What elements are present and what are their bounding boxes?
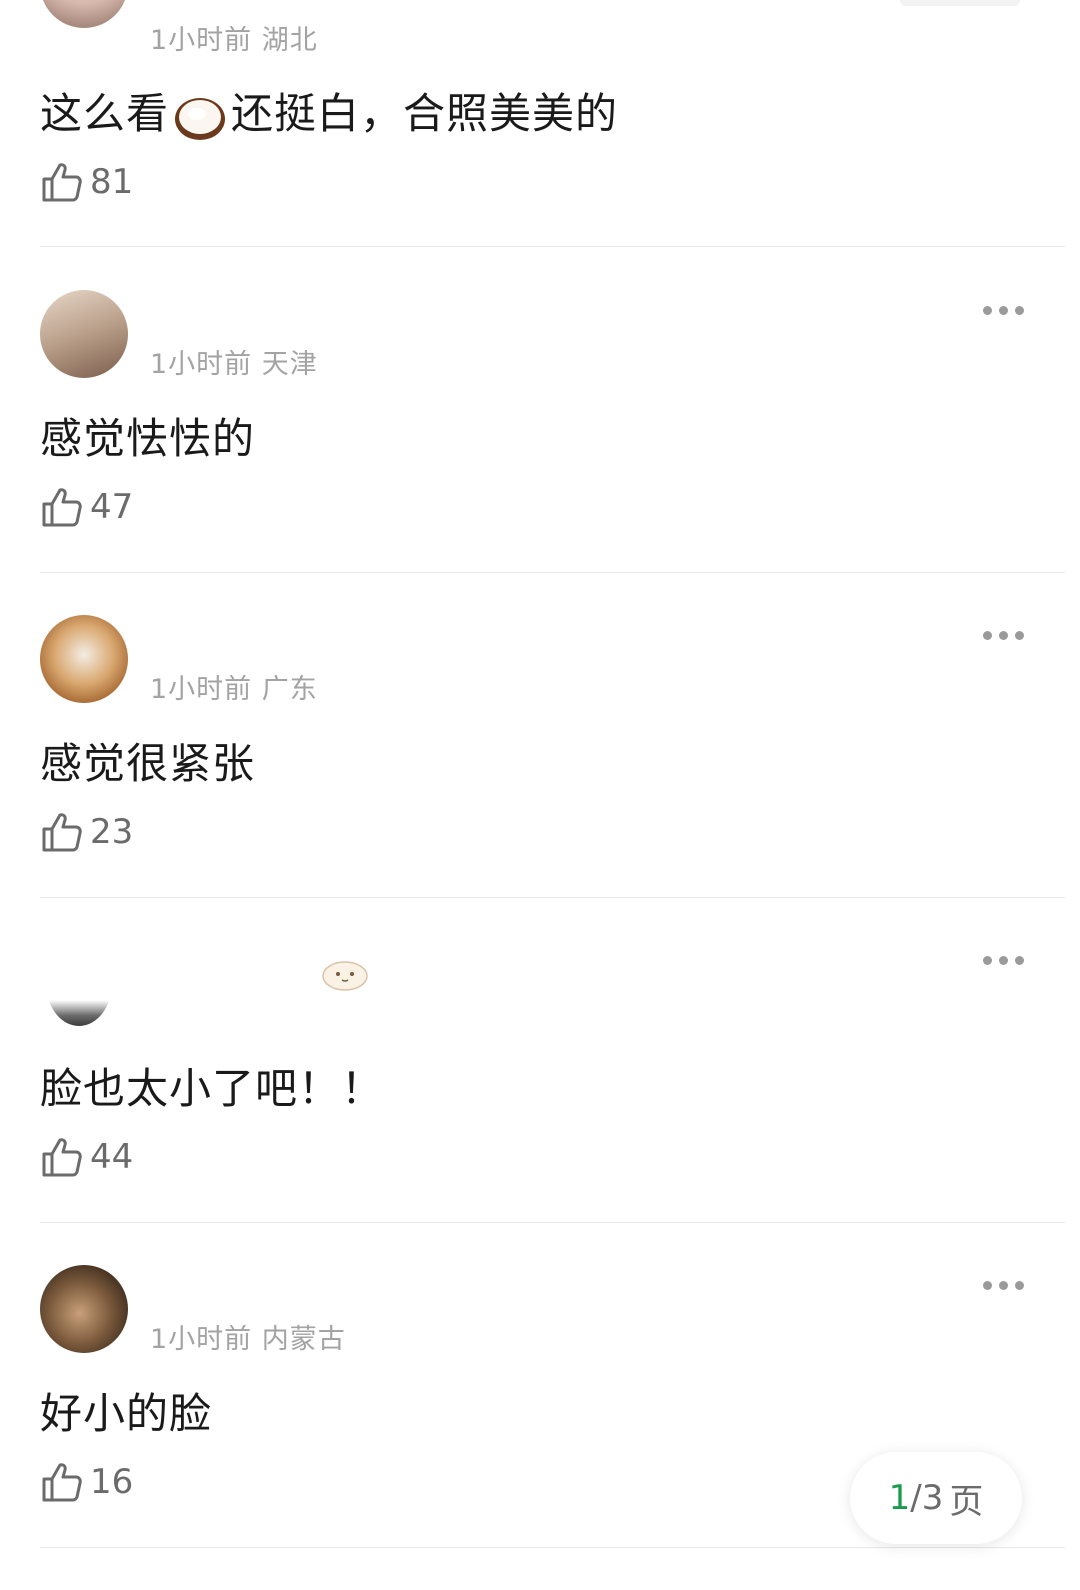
comment-time: 1小时前 xyxy=(150,1324,253,1355)
comment-item: 1小时前 湖北 这么看 还挺白，合照美美的 81 xyxy=(0,0,1080,247)
sticker-icon xyxy=(322,961,368,991)
comment-region: 广东 xyxy=(261,674,318,705)
more-options-icon xyxy=(983,955,992,965)
comment-time: 1小时前 xyxy=(150,25,253,56)
comment-item: 脸也太小了吧！！ 44 xyxy=(0,900,1080,1225)
like-button[interactable]: 23 xyxy=(40,810,133,854)
avatar[interactable] xyxy=(40,290,128,378)
more-options-button[interactable] xyxy=(983,950,1024,970)
more-options-button[interactable] xyxy=(983,625,1024,645)
like-count: 23 xyxy=(90,812,134,852)
more-options-icon xyxy=(983,305,992,315)
more-options-button[interactable] xyxy=(983,1275,1024,1295)
page-indicator[interactable]: 1/3 页 xyxy=(850,1452,1022,1544)
comment-text: 感觉很紧张 xyxy=(40,739,256,788)
comment-time: 1小时前 xyxy=(150,349,253,380)
page-total: 3 xyxy=(921,1478,944,1518)
like-button[interactable]: 81 xyxy=(40,160,133,204)
comment-item: 1小时前 天津 感觉怯怯的 47 xyxy=(0,250,1080,575)
like-button[interactable]: 44 xyxy=(40,1135,133,1179)
more-options-icon xyxy=(983,630,992,640)
avatar[interactable] xyxy=(40,615,128,703)
more-options-button[interactable] xyxy=(983,300,1024,320)
divider xyxy=(40,246,1065,247)
like-count: 16 xyxy=(90,1462,134,1502)
thumbs-up-icon xyxy=(42,1138,82,1177)
comment-region: 内蒙古 xyxy=(261,1324,346,1355)
divider xyxy=(40,897,1065,898)
comment-text: 这么看 还挺白，合照美美的 xyxy=(40,80,618,142)
comment-meta: 1小时前 广东 xyxy=(150,667,318,706)
avatar[interactable] xyxy=(40,0,128,28)
thumbs-up-icon xyxy=(42,488,82,527)
avatar[interactable] xyxy=(40,1265,128,1353)
thumbs-up-icon xyxy=(42,1463,82,1502)
like-count: 47 xyxy=(90,487,134,527)
coconut-emoji xyxy=(175,97,226,140)
comment-region: 湖北 xyxy=(261,25,318,56)
more-options-icon xyxy=(983,1280,992,1290)
comment-text: 感觉怯怯的 xyxy=(40,414,256,463)
comment-meta: 1小时前 天津 xyxy=(150,342,318,381)
page-separator: / xyxy=(910,1478,922,1518)
divider xyxy=(40,572,1065,573)
like-button[interactable]: 16 xyxy=(40,1460,133,1504)
comment-text: 脸也太小了吧！！ xyxy=(40,1064,385,1113)
page-unit: 页 xyxy=(949,1481,984,1522)
comment-time: 1小时前 xyxy=(150,674,253,705)
like-count: 44 xyxy=(90,1137,134,1177)
divider xyxy=(40,1547,1065,1548)
comment-meta: 1小时前 湖北 xyxy=(150,18,318,57)
comment-text: 好小的脸 xyxy=(40,1389,213,1438)
thumbs-up-icon xyxy=(42,163,82,202)
thumbs-up-icon xyxy=(42,813,82,852)
page-current: 1 xyxy=(888,1478,911,1518)
comment-item: 1小时前 广东 感觉很紧张 23 xyxy=(0,575,1080,900)
divider xyxy=(40,1222,1065,1223)
comment-meta: 1小时前 内蒙古 xyxy=(150,1317,346,1356)
comment-region: 天津 xyxy=(261,349,318,380)
avatar[interactable] xyxy=(46,940,112,1026)
like-button[interactable]: 47 xyxy=(40,485,133,529)
like-count: 81 xyxy=(90,162,134,202)
